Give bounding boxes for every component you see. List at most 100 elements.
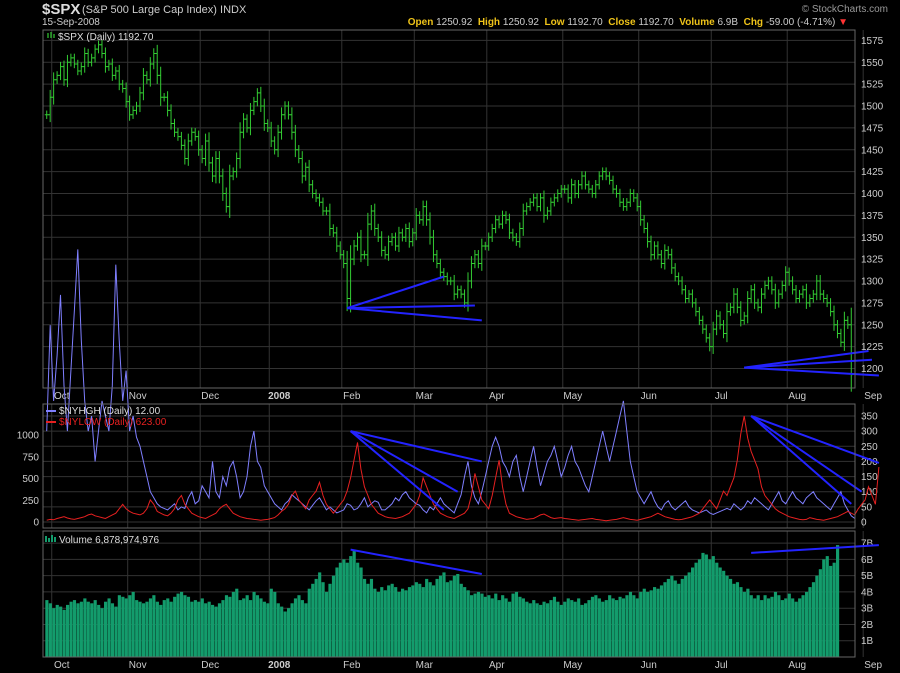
price-bar <box>248 103 253 136</box>
price-bar <box>517 222 522 248</box>
month-label: Mar <box>416 660 434 671</box>
volume-tick-label: 1B <box>861 636 874 647</box>
volume-bar <box>584 603 588 657</box>
month-label: Jul <box>715 391 728 402</box>
price-tick-label: 1575 <box>861 36 884 47</box>
price-bar <box>365 212 370 267</box>
price-bar <box>231 167 236 181</box>
breadth-right-tick-label: 50 <box>861 502 873 513</box>
price-bar <box>735 288 740 314</box>
volume-bar <box>773 591 778 657</box>
volume-bar <box>532 600 536 657</box>
price-bar <box>711 321 716 354</box>
price-bar <box>93 44 98 63</box>
price-bar <box>528 198 533 211</box>
volume-bar <box>66 604 70 657</box>
volume-bar <box>217 603 222 657</box>
price-bar <box>376 223 381 242</box>
price-bar <box>745 291 750 324</box>
grid-lines <box>43 30 864 657</box>
volume-bar <box>760 600 764 657</box>
price-bar <box>669 248 674 274</box>
breadth-right-tick-label: 250 <box>861 442 878 453</box>
price-bar <box>728 303 733 316</box>
volume-bar <box>72 600 77 657</box>
volume-bar <box>255 595 260 657</box>
volume-bar <box>252 591 256 657</box>
volume-bar <box>432 585 436 657</box>
price-bar <box>362 250 367 259</box>
price-bar <box>731 288 736 314</box>
volume-bar <box>93 600 97 657</box>
volume-bar <box>552 596 557 657</box>
volume-bar <box>494 593 498 657</box>
volume-bar <box>283 611 287 657</box>
stock-chart: Oct Oct Nov Nov Dec Dec 2008 2008 Feb Feb Mar Mar Ap… <box>17 29 884 671</box>
volume-bar <box>407 587 412 657</box>
price-bar <box>614 184 619 198</box>
volume-bar <box>718 567 722 657</box>
month-label: 2008 <box>268 391 291 402</box>
volume-bar <box>791 598 795 657</box>
breadth-left-tick-label: 500 <box>22 474 39 485</box>
price-bar <box>780 280 785 299</box>
volume-bar <box>649 590 653 657</box>
volume-bar <box>608 595 612 657</box>
month-label: Oct <box>54 660 70 671</box>
price-bar <box>113 66 118 80</box>
price-bar <box>144 71 149 84</box>
volume-bar <box>259 598 263 657</box>
volume-bar <box>756 595 760 657</box>
volume-bar <box>601 601 605 657</box>
price-bar <box>593 180 598 199</box>
volume-bar <box>722 570 726 657</box>
volume-bar <box>542 601 546 657</box>
price-bar <box>762 280 767 299</box>
volume-bar <box>511 593 515 657</box>
volume-bar <box>131 591 135 657</box>
volume-bar <box>590 596 595 657</box>
price-bar <box>624 198 629 211</box>
volume-bar <box>418 583 422 657</box>
price-bar <box>631 189 636 203</box>
volume-legend: Volume 6,878,974,976 <box>45 535 160 546</box>
trendlines <box>346 275 880 576</box>
volume-bar <box>307 588 311 657</box>
volume-bar <box>190 601 194 657</box>
price-bar <box>531 193 536 207</box>
price-bar <box>738 301 743 327</box>
volume-bar <box>100 608 104 657</box>
price-bar <box>800 285 805 299</box>
volume-bar <box>615 600 619 657</box>
volume-bar <box>670 575 674 657</box>
volume-bar <box>235 588 239 657</box>
volume-bar <box>521 598 525 657</box>
volume-bar <box>732 583 736 657</box>
volume-bar <box>138 601 142 657</box>
price-bar <box>573 180 578 199</box>
price-bar <box>331 224 336 238</box>
price-bar <box>255 88 260 107</box>
price-bar <box>804 283 809 309</box>
price-bar <box>794 285 799 304</box>
price-bar <box>845 316 850 329</box>
volume-bar <box>687 572 691 657</box>
price-bar <box>179 131 184 151</box>
volume-bar <box>708 559 712 657</box>
month-label: Feb <box>343 391 361 402</box>
price-bar <box>65 54 70 88</box>
price-bar <box>552 193 557 207</box>
price-tick-label: 1300 <box>861 277 884 288</box>
month-label: Apr <box>489 660 505 671</box>
price-bar <box>849 307 854 392</box>
price-bar <box>117 64 122 91</box>
volume-bar <box>290 603 294 657</box>
volume-bar <box>59 606 63 657</box>
price-bar <box>769 276 774 295</box>
volume-bar <box>207 601 211 657</box>
price-bar <box>390 233 395 246</box>
volume-bar <box>176 593 180 657</box>
volume-bar <box>331 575 336 657</box>
volume-bar <box>587 600 591 657</box>
price-bar <box>673 263 678 282</box>
